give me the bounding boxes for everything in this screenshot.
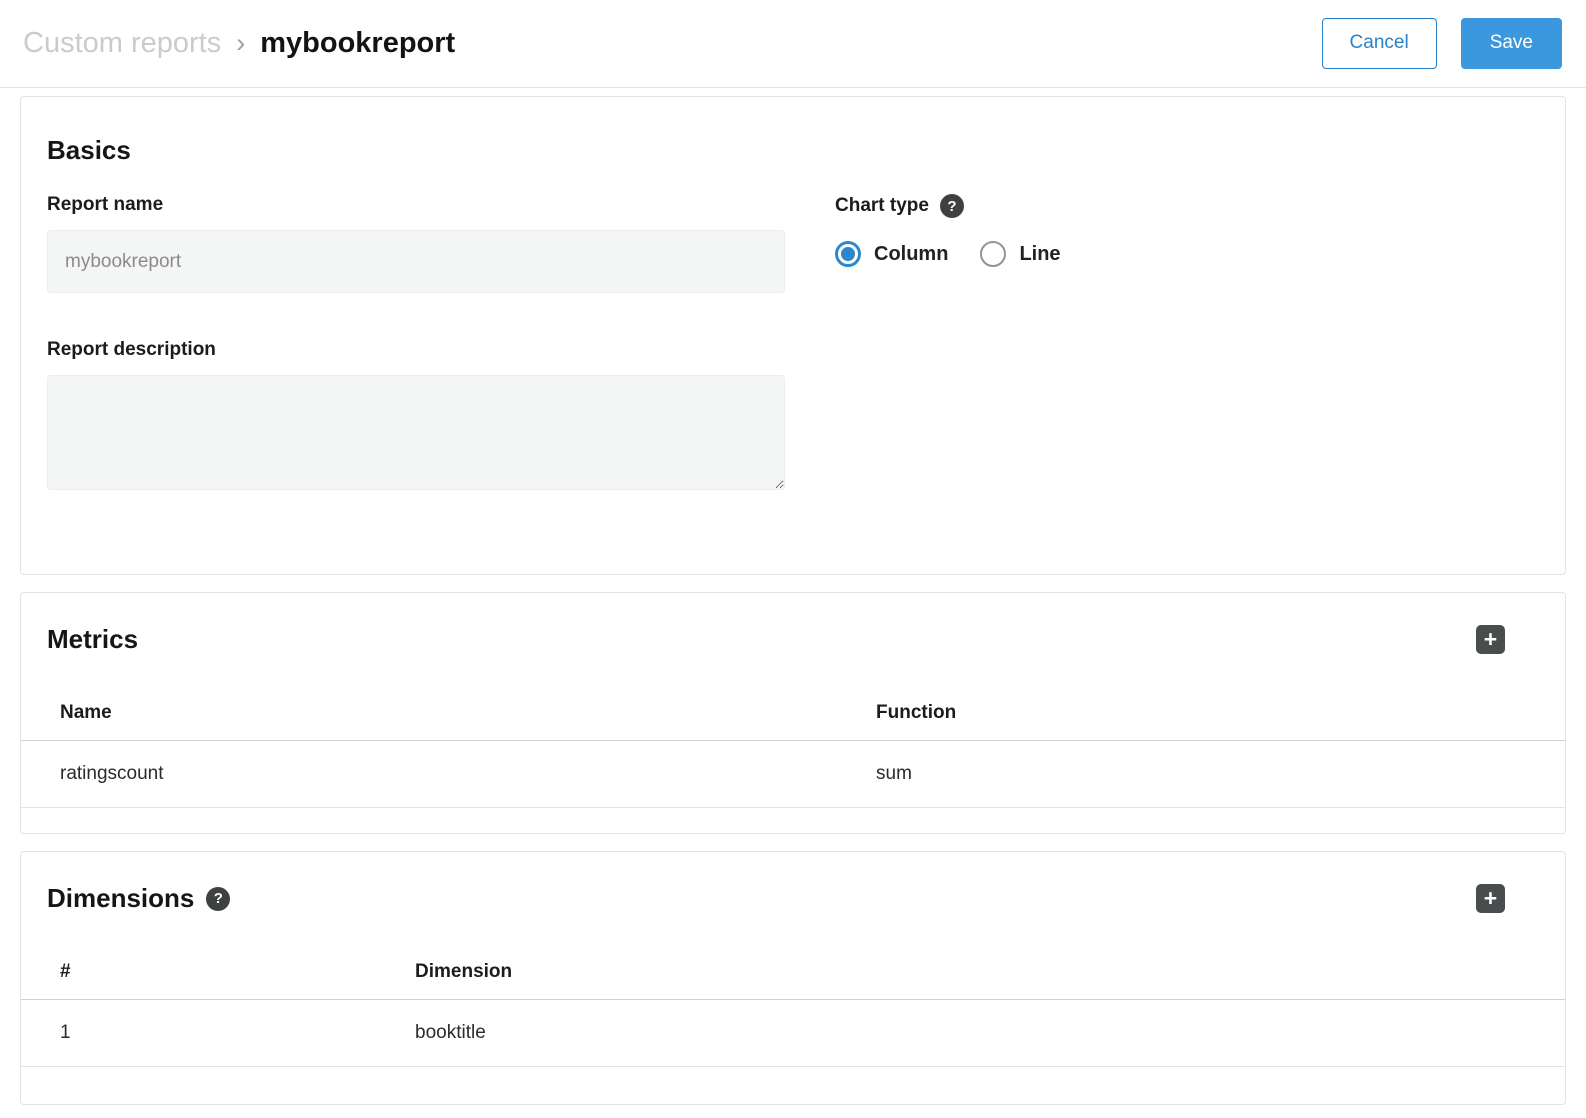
metrics-table-header: Name Function bbox=[21, 686, 1565, 741]
add-metric-button[interactable]: + bbox=[1476, 625, 1505, 654]
chart-type-line-label: Line bbox=[1019, 243, 1060, 266]
dimensions-card: Dimensions ? + # Dimension 1 booktitle bbox=[20, 851, 1566, 1105]
dimensions-table-row[interactable]: 1 booktitle bbox=[21, 1000, 1565, 1067]
dimensions-dimension-column-header: Dimension bbox=[415, 961, 1539, 983]
chevron-right-icon: › bbox=[236, 30, 245, 57]
report-description-label: Report description bbox=[47, 339, 785, 361]
metrics-card-header: Metrics + bbox=[21, 593, 1565, 686]
metrics-name-column-header: Name bbox=[60, 702, 876, 724]
basics-left-column: Report name Report description bbox=[47, 194, 785, 495]
basics-right-column: Chart type ? Column Line bbox=[835, 194, 1539, 495]
metrics-title: Metrics bbox=[47, 623, 138, 656]
report-name-label: Report name bbox=[47, 194, 785, 216]
basics-grid: Report name Report description Chart typ… bbox=[47, 194, 1539, 495]
breadcrumb: Custom reports › mybookreport bbox=[23, 27, 455, 60]
dimension-name-cell: booktitle bbox=[415, 1022, 1539, 1044]
metrics-function-column-header: Function bbox=[876, 702, 1539, 724]
chart-type-header: Chart type ? bbox=[835, 194, 1539, 218]
metrics-card: Metrics + Name Function ratingscount sum bbox=[20, 592, 1566, 834]
report-name-input[interactable] bbox=[47, 230, 785, 293]
dimensions-title-group: Dimensions ? bbox=[47, 882, 230, 915]
basics-title: Basics bbox=[47, 134, 1539, 167]
dimensions-title: Dimensions bbox=[47, 882, 194, 915]
metrics-table-row[interactable]: ratingscount sum bbox=[21, 741, 1565, 808]
main-content: Basics Report name Report description Ch… bbox=[0, 88, 1586, 1105]
chart-type-column-radio[interactable]: Column bbox=[835, 241, 948, 267]
breadcrumb-current-report: mybookreport bbox=[260, 27, 455, 60]
page-header: Custom reports › mybookreport Cancel Sav… bbox=[0, 0, 1586, 88]
breadcrumb-custom-reports[interactable]: Custom reports bbox=[23, 27, 221, 60]
chart-type-line-radio[interactable]: Line bbox=[980, 241, 1060, 267]
report-description-input[interactable] bbox=[47, 375, 785, 490]
dimensions-index-column-header: # bbox=[60, 961, 415, 983]
metrics-title-group: Metrics bbox=[47, 623, 138, 656]
chart-type-options: Column Line bbox=[835, 241, 1539, 267]
metric-function-cell: sum bbox=[876, 763, 1539, 785]
chart-type-column-label: Column bbox=[874, 243, 948, 266]
basics-card: Basics Report name Report description Ch… bbox=[20, 96, 1566, 575]
radio-unselected-icon bbox=[980, 241, 1006, 267]
dimensions-table-header: # Dimension bbox=[21, 945, 1565, 1000]
metric-name-cell: ratingscount bbox=[60, 763, 876, 785]
add-dimension-button[interactable]: + bbox=[1476, 884, 1505, 913]
dimension-index-cell: 1 bbox=[60, 1022, 415, 1044]
chart-type-help-icon[interactable]: ? bbox=[940, 194, 964, 218]
dimensions-help-icon[interactable]: ? bbox=[206, 887, 230, 911]
radio-selected-icon bbox=[835, 241, 861, 267]
chart-type-label: Chart type bbox=[835, 195, 929, 217]
save-button[interactable]: Save bbox=[1461, 18, 1562, 69]
cancel-button[interactable]: Cancel bbox=[1322, 18, 1437, 69]
header-actions: Cancel Save bbox=[1322, 18, 1562, 69]
dimensions-card-header: Dimensions ? + bbox=[21, 852, 1565, 945]
